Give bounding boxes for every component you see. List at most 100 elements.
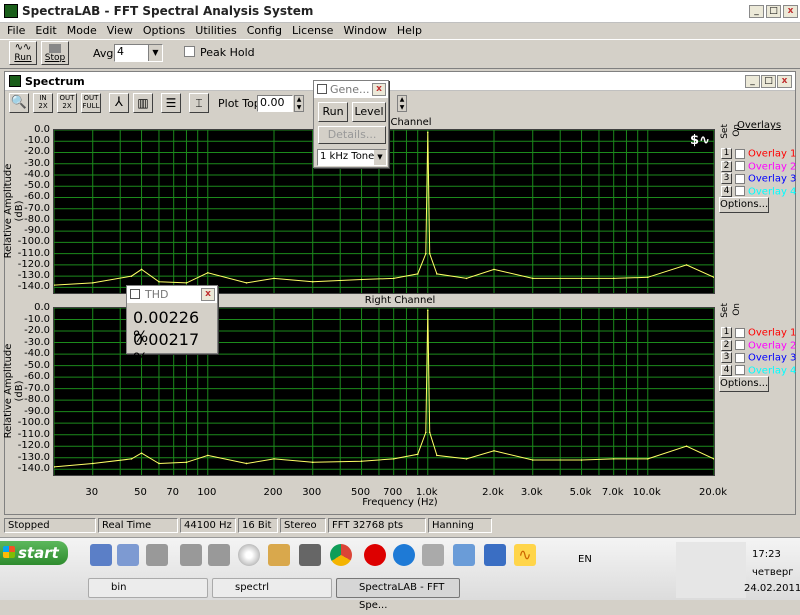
overlay-on-checkbox[interactable] <box>735 327 745 338</box>
overlay-label: Overlay 3 <box>748 352 797 364</box>
spectrum-title: Spectrum <box>25 75 85 88</box>
close-icon[interactable]: x <box>783 5 798 18</box>
menu-item-file[interactable]: File <box>2 23 30 39</box>
overlay-set-button[interactable]: 3 <box>721 352 732 363</box>
overlay-set-button[interactable]: 3 <box>721 173 732 184</box>
menu-item-utilities[interactable]: Utilities <box>190 23 241 39</box>
menu-item-options[interactable]: Options <box>138 23 190 39</box>
overlay-set-button[interactable]: 2 <box>721 160 732 172</box>
generator-run-button[interactable]: Run <box>318 102 348 122</box>
overlay-set-button[interactable]: 1 <box>721 327 732 338</box>
plot-top-spinner[interactable]: ▲ ▼ <box>294 95 304 112</box>
overlay-set-label: Set <box>720 124 730 139</box>
generator-icon <box>317 84 327 94</box>
overlay-set-label: Set <box>720 303 730 318</box>
y-tick-label: -50.0 <box>24 359 50 371</box>
tone-chevron-down-icon[interactable]: ▼ <box>374 150 386 165</box>
tray-area <box>676 542 746 598</box>
task-bin[interactable]: bin <box>88 578 208 598</box>
right-channel-title: Right Channel <box>364 295 436 306</box>
overlay-on-checkbox[interactable] <box>735 365 745 375</box>
x-tick-label: 10.0k <box>632 487 661 498</box>
overlay-options-button[interactable]: Options... <box>719 376 769 392</box>
plot-top-field[interactable]: 0.00 <box>257 95 293 112</box>
drive-icon[interactable] <box>146 544 168 566</box>
cd-icon[interactable] <box>238 544 260 566</box>
menu-item-license[interactable]: License <box>287 23 338 39</box>
stop-button[interactable]: Stop <box>41 41 69 65</box>
zoom-out-2x-button[interactable]: OUT 2X <box>57 93 77 113</box>
overlay-label: Overlay 3 <box>748 173 797 185</box>
calculator-icon[interactable] <box>422 544 444 566</box>
zoom-icon[interactable]: 🔍 <box>9 93 29 113</box>
bar-mode-icon[interactable]: ▥ <box>133 93 153 113</box>
ie-icon[interactable] <box>393 544 415 566</box>
overlay-options-button[interactable]: Options... <box>719 197 769 213</box>
generator-details-button[interactable]: Details... <box>318 126 386 144</box>
overlay-on-checkbox[interactable] <box>735 173 745 184</box>
overlay-set-button[interactable]: 4 <box>721 364 732 376</box>
generator-title: Gene... <box>330 83 370 96</box>
language-indicator[interactable]: EN <box>578 554 592 565</box>
run-button[interactable]: ∿∿ Run <box>9 41 37 65</box>
chrome-icon[interactable] <box>330 544 352 566</box>
spectrum-point <box>360 460 363 462</box>
spectrum-close-icon[interactable]: x <box>777 75 792 88</box>
generator-close-icon[interactable]: x <box>372 83 386 96</box>
generator-tone-select[interactable]: 1 kHz Tone ▼ <box>317 149 387 166</box>
calc2-icon[interactable] <box>453 544 475 566</box>
spectralab-launch-icon[interactable]: ∿ <box>514 544 536 566</box>
generator-level-button[interactable]: Level <box>352 102 386 122</box>
spectrum-point <box>436 273 438 275</box>
overlay-set-button[interactable]: 1 <box>721 148 732 159</box>
spectrum-point <box>91 462 94 465</box>
speaker-icon[interactable] <box>299 544 321 566</box>
overlay-on-checkbox[interactable] <box>735 148 745 159</box>
overlay-on-checkbox[interactable] <box>735 352 745 363</box>
menu-item-edit[interactable]: Edit <box>30 23 61 39</box>
overlay-row-1: 1 Overlay 1 <box>721 327 796 339</box>
monitor-icon[interactable] <box>484 544 506 566</box>
thd-close-icon[interactable]: x <box>201 288 215 301</box>
cursor-icon[interactable]: ⌶ <box>189 93 209 113</box>
restore-icon[interactable]: □ <box>766 5 781 18</box>
task-spectrl[interactable]: spectrl <box>212 578 332 598</box>
menu-item-config[interactable]: Config <box>242 23 287 39</box>
overlay-on-checkbox[interactable] <box>735 161 745 171</box>
y-tick-label: -10.0 <box>24 313 50 325</box>
line-mode-icon[interactable]: ⅄ <box>109 93 129 113</box>
spectrum-point <box>360 278 363 281</box>
overlay-row-4: 4 Overlay 4 <box>721 185 796 197</box>
spectrum-maximize-icon[interactable]: □ <box>761 75 776 88</box>
show-desktop-icon[interactable] <box>90 544 112 566</box>
overlay-set-button[interactable]: 2 <box>721 339 732 351</box>
paint-icon[interactable] <box>268 544 290 566</box>
menu-item-window[interactable]: Window <box>338 23 391 39</box>
plot-bottom-spinner[interactable]: ▲ ▼ <box>397 95 407 112</box>
drive2-icon[interactable] <box>180 544 202 566</box>
clock-day: четверг <box>752 567 794 578</box>
avg-select[interactable]: 4 ▼ <box>114 44 163 62</box>
zoom-out-full-button[interactable]: OUT FULL <box>81 93 101 113</box>
spectrum-minimize-icon[interactable]: _ <box>745 75 760 88</box>
menu-item-view[interactable]: View <box>102 23 138 39</box>
overlay-on-checkbox[interactable] <box>735 186 745 196</box>
y-tick-label: -100.0 <box>17 236 50 248</box>
menu-item-help[interactable]: Help <box>392 23 427 39</box>
menu-item-mode[interactable]: Mode <box>62 23 102 39</box>
minimize-icon[interactable]: _ <box>749 5 764 18</box>
chevron-down-icon[interactable]: ▼ <box>148 45 162 61</box>
overlay-set-button[interactable]: 4 <box>721 185 732 197</box>
overlay-on-checkbox[interactable] <box>735 340 745 350</box>
network-icon[interactable] <box>117 544 139 566</box>
task-spectralab[interactable]: SpectraLAB - FFT Spe... <box>336 578 460 611</box>
status-cell-6: Hanning <box>428 518 492 533</box>
settings-icon[interactable]: ☰ <box>161 93 181 113</box>
clock-time[interactable]: 17:23 <box>752 549 781 560</box>
y-tick-label: -30.0 <box>24 336 50 348</box>
peak-hold-checkbox[interactable] <box>184 46 195 57</box>
zoom-in-2x-button[interactable]: IN 2X <box>33 93 53 113</box>
spectrum-point <box>273 277 275 280</box>
drive3-icon[interactable] <box>208 544 230 566</box>
opera-icon[interactable] <box>364 544 386 566</box>
